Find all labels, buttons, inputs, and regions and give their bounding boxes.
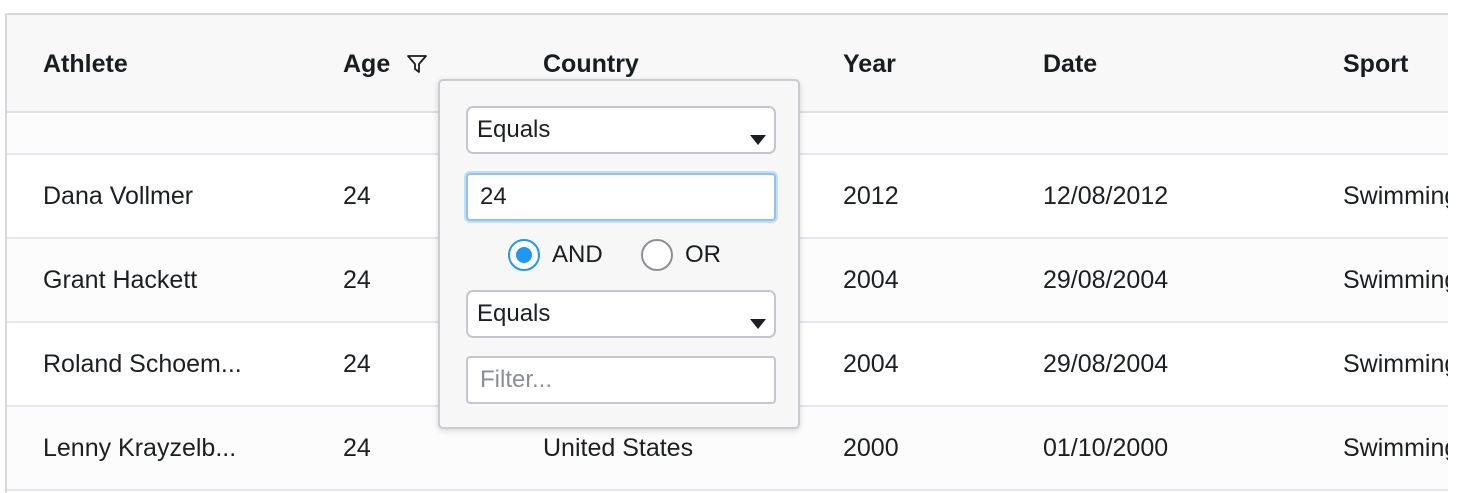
condition1-value: Equals [477, 116, 551, 143]
cell-age: 24 [343, 181, 371, 210]
column-header-label: Date [1043, 49, 1098, 78]
column-header-label: Year [843, 49, 896, 78]
cell-year: 2000 [843, 433, 899, 462]
condition2-value: Equals [477, 300, 551, 327]
radio-or-label: OR [685, 241, 721, 268]
radio-and-circle[interactable] [508, 239, 540, 271]
cell-sport: Swimming [1343, 349, 1448, 378]
filter-popup: Equals AND OR Equals [438, 79, 800, 429]
column-header-athlete[interactable]: Athlete [43, 15, 128, 113]
radio-or-circle[interactable] [641, 239, 673, 271]
cell-sport: Swimming [1343, 181, 1448, 210]
cell-date: 12/08/2012 [1043, 181, 1169, 210]
cell-year: 2004 [843, 349, 899, 378]
column-header-label: Age [343, 49, 391, 78]
radio-and[interactable]: AND [508, 239, 603, 271]
caret-down-icon [750, 125, 766, 153]
cell-date: 01/10/2000 [1043, 433, 1169, 462]
cell-sport: Swimming [1343, 433, 1448, 462]
cell-year: 2012 [843, 181, 899, 210]
caret-down-icon [750, 309, 766, 337]
column-header-label: Athlete [43, 49, 128, 78]
filter-icon[interactable] [406, 53, 428, 75]
cell-date: 29/08/2004 [1043, 265, 1169, 294]
radio-and-label: AND [552, 241, 603, 268]
filter-value2-input[interactable] [466, 356, 776, 404]
cell-athlete: Roland Schoem... [43, 349, 242, 378]
column-header-year[interactable]: Year [843, 15, 896, 113]
filter-value1-input[interactable] [466, 173, 776, 221]
cell-age: 24 [343, 433, 371, 462]
cell-athlete: Dana Vollmer [43, 181, 194, 210]
cell-year: 2004 [843, 265, 899, 294]
condition2-select[interactable]: Equals [466, 290, 776, 338]
column-header-date[interactable]: Date [1043, 15, 1097, 113]
radio-or[interactable]: OR [641, 239, 721, 271]
column-header-age[interactable]: Age [343, 15, 428, 113]
cell-sport: Swimming [1343, 265, 1448, 294]
column-header-label: Sport [1343, 49, 1409, 78]
cell-age: 24 [343, 265, 371, 294]
condition1-select[interactable]: Equals [466, 106, 776, 154]
cell-age: 24 [343, 349, 371, 378]
cell-date: 29/08/2004 [1043, 349, 1169, 378]
cell-athlete: Grant Hackett [43, 265, 198, 294]
column-header-label: Country [543, 49, 639, 78]
cell-athlete: Lenny Krayzelb... [43, 433, 237, 462]
join-operator-group: AND OR [440, 237, 798, 277]
column-header-sport[interactable]: Sport [1343, 15, 1448, 113]
